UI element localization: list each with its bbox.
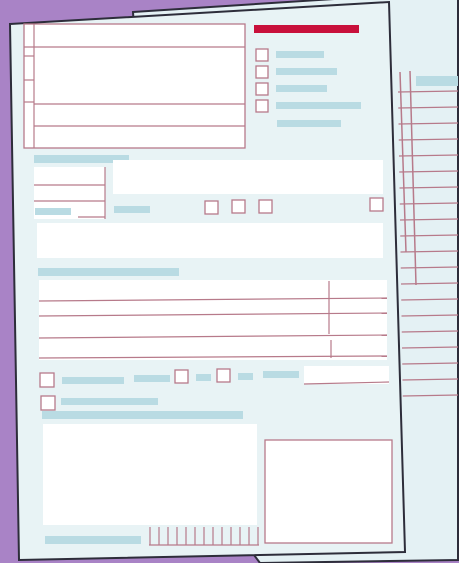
checkbox-icon[interactable] [204, 200, 219, 215]
checkbox-icon[interactable] [255, 48, 269, 62]
table-area [38, 280, 388, 360]
checkbox-icon[interactable] [174, 369, 189, 384]
bottom-label-placeholder [134, 375, 170, 382]
bottom-label-placeholder [263, 371, 299, 378]
checklist-label-placeholder [276, 68, 337, 75]
checkbox-icon[interactable] [369, 197, 384, 212]
checkbox-icon[interactable] [255, 99, 269, 113]
checklist-label-placeholder [276, 102, 361, 109]
small-placeholder [35, 208, 71, 215]
checkbox-icon[interactable] [255, 82, 269, 96]
bottom-input-field[interactable] [304, 366, 389, 384]
bottom-right-box[interactable] [264, 439, 393, 544]
table-background[interactable] [39, 280, 387, 360]
checkbox-icon[interactable] [255, 65, 269, 79]
checklist-label-placeholder [276, 85, 327, 92]
wide-text-field[interactable] [113, 160, 383, 194]
large-text-field[interactable] [37, 223, 383, 258]
header-grid [23, 23, 246, 149]
checklist-extra-placeholder [277, 120, 341, 127]
form-illustration-scene [0, 0, 459, 563]
checkbox-icon[interactable] [40, 395, 56, 411]
checklist-label-placeholder [276, 51, 324, 58]
red-accent-bar [254, 25, 359, 33]
checkbox-icon[interactable] [216, 368, 231, 383]
bottom-label-placeholder [196, 374, 211, 381]
lower-wide-placeholder [42, 411, 243, 419]
large-notes-field[interactable] [43, 424, 257, 525]
header-box [23, 23, 246, 149]
checkbox-icon[interactable] [231, 199, 246, 214]
bottom-label-placeholder [62, 377, 124, 384]
back-form-top-strip [416, 76, 458, 86]
footer-placeholder [45, 536, 141, 544]
checkbox-icon[interactable] [39, 372, 55, 388]
lower-label-placeholder [61, 398, 158, 405]
forms-svg [8, 0, 459, 563]
front-form-sheet [8, 0, 407, 562]
small-placeholder [114, 206, 150, 213]
checkbox-icon[interactable] [258, 199, 273, 214]
section-label-placeholder [38, 268, 179, 276]
bottom-label-placeholder [238, 373, 253, 380]
